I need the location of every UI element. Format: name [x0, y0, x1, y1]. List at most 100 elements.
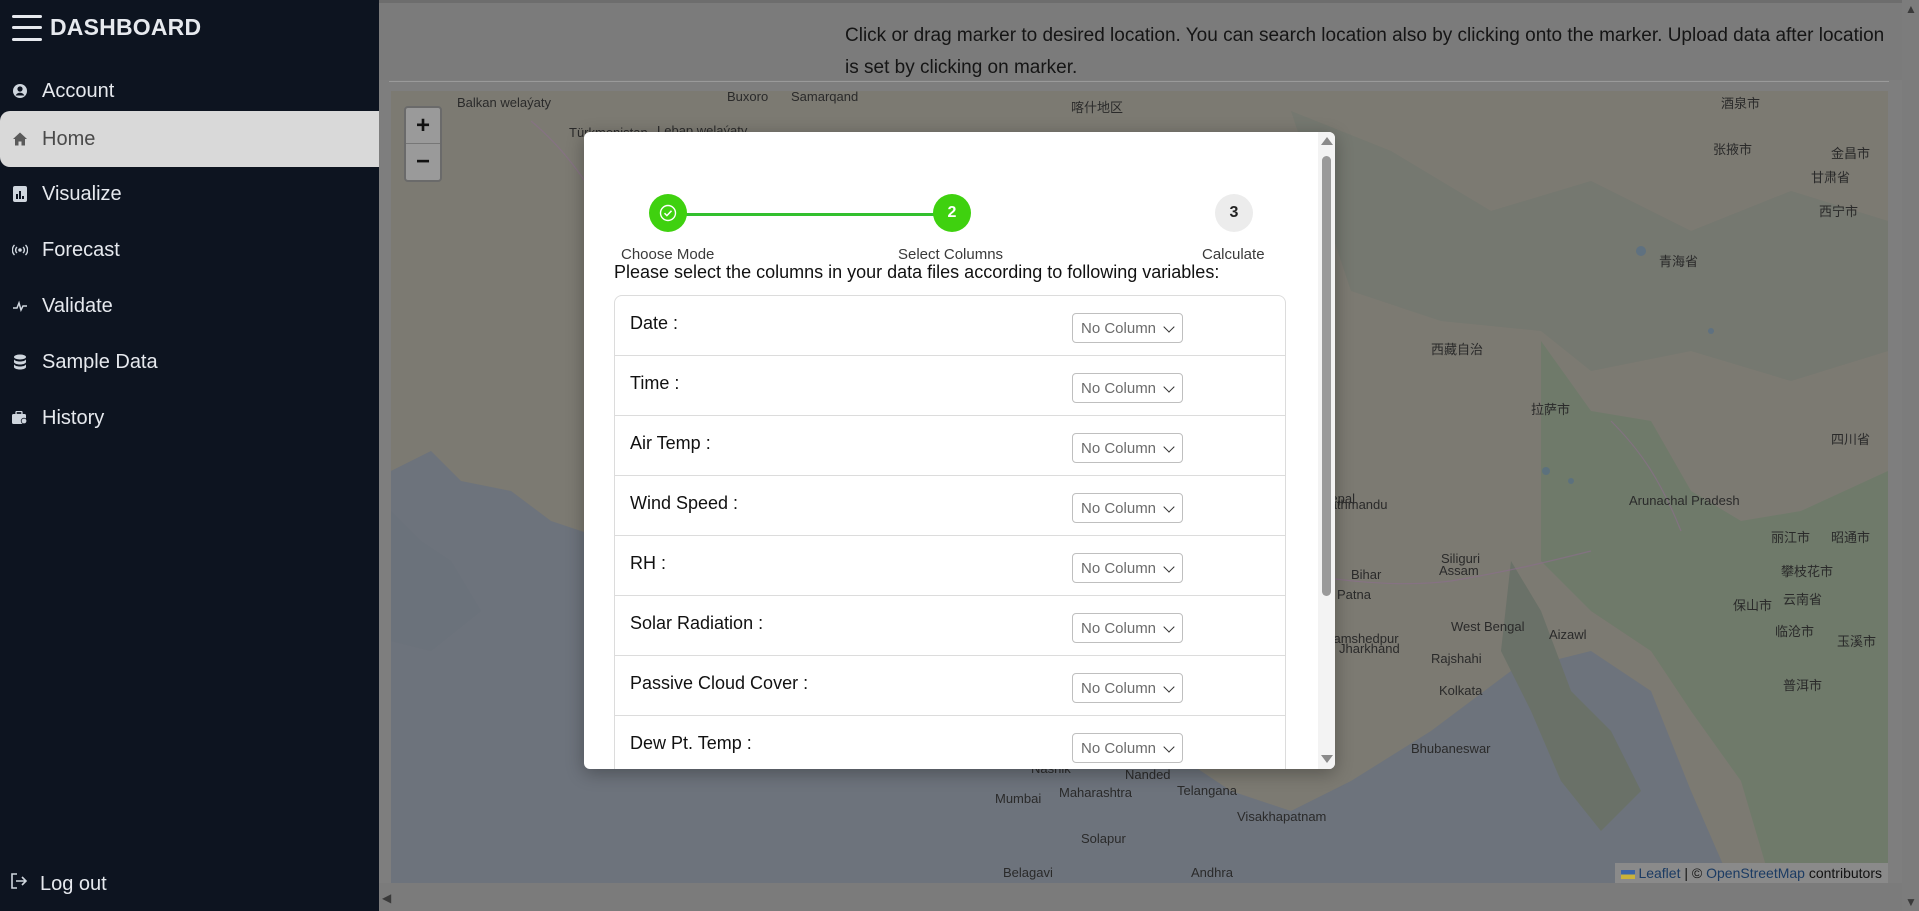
column-select[interactable]: No Column [1072, 553, 1183, 583]
column-select[interactable]: No Column [1072, 733, 1183, 763]
map-label: Kolkata [1439, 683, 1483, 698]
sidebar-item-forecast[interactable]: Forecast [0, 226, 379, 274]
instructions-bar: Click or drag marker to desired location… [379, 0, 1919, 82]
step-1-circle [649, 194, 687, 232]
leaflet-link[interactable]: Leaflet [1638, 865, 1680, 881]
vertical-scrollbar[interactable]: ▲ ▼ [1902, 0, 1919, 911]
chevron-down-icon [1163, 621, 1175, 633]
map-label: Mumbai [995, 791, 1042, 806]
map-label: 玉溪市 [1837, 634, 1877, 649]
scroll-up-icon[interactable] [1321, 137, 1333, 145]
scrollbar-thumb[interactable] [1322, 156, 1331, 596]
chevron-down-icon [1163, 441, 1175, 453]
sidebar-item-label: Sample Data [42, 350, 158, 373]
database-icon [12, 354, 28, 370]
table-row: Dew Pt. Temp : No Column [615, 716, 1285, 769]
map-label: Assam [1439, 563, 1479, 578]
column-select[interactable]: No Column [1072, 673, 1183, 703]
select-value: No Column [1081, 559, 1157, 577]
attribution-suffix: contributors [1804, 865, 1882, 881]
scroll-up-icon[interactable]: ▲ [1905, 2, 1917, 16]
sidebar-item-sample-data[interactable]: Sample Data [0, 338, 379, 386]
map-label: 临沧市 [1775, 624, 1815, 639]
map-label: 四川省 [1831, 432, 1871, 447]
variable-label: Time : [630, 373, 680, 393]
brand: DASHBOARD [12, 14, 201, 41]
map-label: 云南省 [1783, 592, 1823, 607]
map-label: Jamshedpur [1327, 631, 1399, 646]
sidebar-item-account[interactable]: Account [0, 67, 379, 115]
select-value: No Column [1081, 619, 1157, 637]
user-circle-icon [12, 83, 28, 99]
map-label: Aizawl [1549, 627, 1587, 642]
table-row: Air Temp : No Column [615, 416, 1285, 476]
map-label: Maharashtra [1059, 785, 1132, 800]
column-select-modal: Choose Mode 2 Select Columns 3 Calculate… [584, 132, 1335, 769]
zoom-in-button[interactable]: + [406, 108, 440, 144]
step-3-circle: 3 [1215, 194, 1253, 232]
sidebar-item-label: History [42, 406, 105, 429]
variable-label: Date : [630, 313, 679, 333]
step-1-label: Choose Mode [621, 246, 715, 263]
table-row: Solar Radiation : No Column [615, 596, 1285, 656]
variable-label: Passive Cloud Cover : [630, 673, 809, 693]
select-value: No Column [1081, 439, 1157, 457]
map-label: Telangana [1177, 783, 1237, 798]
broadcast-icon [12, 242, 28, 258]
zoom-out-button[interactable]: − [406, 144, 440, 180]
map-label: Bihar [1351, 567, 1382, 582]
sidebar-item-label: Visualize [42, 182, 122, 205]
sidebar-item-visualize[interactable]: Visualize [0, 170, 379, 218]
validate-icon [12, 298, 28, 314]
scroll-down-icon[interactable] [1321, 755, 1333, 763]
sidebar-item-history[interactable]: History [0, 394, 379, 442]
variable-label: Air Temp : [630, 433, 711, 453]
sidebar-item-home[interactable]: Home [0, 111, 379, 167]
map-label: Solapur [1081, 831, 1126, 846]
scroll-left-icon[interactable]: ◀ [382, 891, 391, 905]
map-label: 西藏自治 [1431, 342, 1484, 357]
chevron-down-icon [1163, 381, 1175, 393]
map-label: Rajshahi [1431, 651, 1482, 666]
column-select[interactable]: No Column [1072, 433, 1183, 463]
zoom-control: + − [404, 106, 442, 182]
logout-button[interactable]: Log out [10, 872, 107, 896]
hamburger-menu-icon[interactable] [12, 14, 42, 41]
modal-scrollbar[interactable] [1318, 132, 1335, 769]
map-label: Patna [1337, 587, 1371, 602]
chevron-down-icon [1163, 321, 1175, 333]
column-select[interactable]: No Column [1072, 613, 1183, 643]
map-label: Bhubaneswar [1411, 741, 1491, 756]
sidebar-item-label: Home [42, 127, 96, 150]
sidebar-item-validate[interactable]: Validate [0, 282, 379, 330]
instructions-text: Click or drag marker to desired location… [845, 25, 1885, 78]
map-label: Andhra [1191, 865, 1233, 880]
step-progress-line [668, 213, 953, 216]
map-label: 张掖市 [1713, 142, 1753, 157]
scroll-down-icon[interactable]: ▼ [1905, 895, 1917, 909]
map-label: 喀什地区 [1071, 100, 1124, 115]
variable-label: Dew Pt. Temp : [630, 733, 752, 753]
variable-label: Solar Radiation : [630, 613, 764, 633]
sidebar-item-label: Forecast [42, 238, 120, 261]
map-label: Arunachal Pradesh [1629, 493, 1740, 508]
map-label: Balkan welaýaty [457, 95, 551, 110]
step-2-label: Select Columns [898, 246, 1004, 263]
column-select[interactable]: No Column [1072, 313, 1183, 343]
map-label: 酒泉市 [1721, 96, 1761, 111]
map-label: 保山市 [1733, 598, 1773, 613]
map-label: 拉萨市 [1531, 402, 1571, 417]
openstreetmap-link[interactable]: OpenStreetMap [1706, 865, 1805, 881]
map-label: Visakhapatnam [1237, 809, 1327, 824]
logout-label: Log out [40, 872, 107, 895]
horizontal-scrollbar[interactable]: ◀ [379, 883, 1919, 911]
table-row: Time : No Column [615, 356, 1285, 416]
map-label: West Bengal [1451, 619, 1525, 634]
briefcase-icon [12, 410, 28, 426]
app-title: DASHBOARD [50, 14, 202, 40]
column-select[interactable]: No Column [1072, 493, 1183, 523]
ukraine-flag-icon [1621, 869, 1636, 879]
select-value: No Column [1081, 679, 1157, 697]
column-select[interactable]: No Column [1072, 373, 1183, 403]
select-value: No Column [1081, 739, 1157, 757]
